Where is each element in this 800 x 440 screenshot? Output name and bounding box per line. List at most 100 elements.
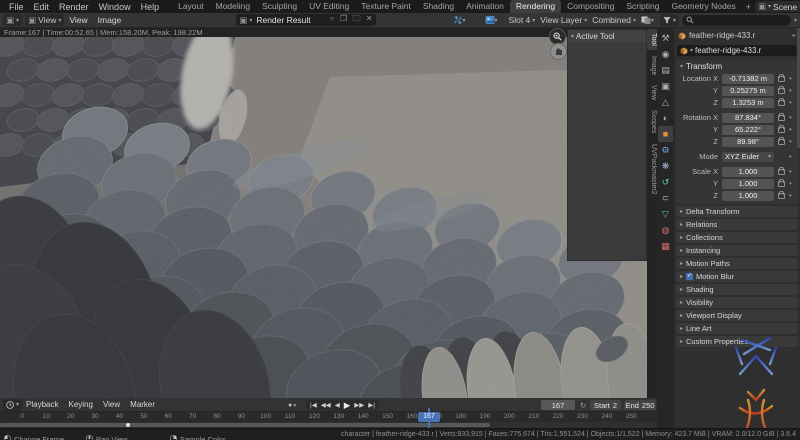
panel-shading[interactable]: ▸Shading — [676, 284, 798, 295]
properties-tab-particles[interactable]: ❋ — [658, 158, 673, 174]
panel-motion-blur[interactable]: ▸✓Motion Blur — [676, 271, 798, 282]
properties-tab-view-layer[interactable]: ▣ — [658, 78, 673, 94]
timeline-menu-playback[interactable]: Playback — [22, 400, 62, 409]
layer-dropdown[interactable]: View Layer ▾ — [540, 15, 587, 25]
workspace-tab-shading[interactable]: Shading — [417, 0, 460, 13]
next-keyframe-button[interactable]: ▶▶ — [354, 401, 364, 409]
value-field[interactable]: 0.25275 m — [722, 86, 774, 96]
properties-tab-material[interactable]: ◍ — [658, 222, 673, 238]
animate-dot[interactable]: • — [789, 77, 792, 81]
pan-hand-cursor[interactable] — [550, 43, 567, 60]
motion-blur-checkbox[interactable]: ✓ — [686, 273, 693, 280]
timeline-menu-view[interactable]: View — [99, 400, 124, 409]
menu-edit[interactable]: Edit — [29, 2, 55, 12]
menu-window[interactable]: Window — [94, 2, 136, 12]
workspace-tab-texture-paint[interactable]: Texture Paint — [355, 0, 417, 13]
properties-tab-scene[interactable]: △ — [658, 94, 673, 110]
image-editor-viewport[interactable]: Frame:167 | Time:00:52.65 | Mem:158.20M,… — [0, 28, 657, 398]
properties-tab-texture[interactable]: ▦ — [658, 238, 673, 254]
panel-collections[interactable]: ▸Collections — [676, 232, 798, 243]
workspace-tab-compositing[interactable]: Compositing — [561, 0, 620, 13]
panel-instancing[interactable]: ▸Instancing — [676, 245, 798, 256]
value-field[interactable]: 1.000 — [722, 167, 774, 177]
properties-tab-render[interactable]: ◉ — [658, 46, 673, 62]
properties-tab-object[interactable]: ■ — [658, 126, 673, 142]
value-field[interactable]: 87.834° — [722, 113, 774, 123]
properties-tab-output[interactable]: ▤ — [658, 62, 673, 78]
panel-relations[interactable]: ▸Relations — [676, 219, 798, 230]
animate-dot[interactable]: • — [789, 155, 792, 159]
mode-dropdown[interactable]: ▣ View ▾ — [25, 14, 64, 26]
lock-icon[interactable] — [778, 139, 785, 145]
properties-tab-modifiers[interactable]: ⚙ — [658, 142, 673, 158]
lock-icon[interactable] — [778, 193, 785, 199]
display-channels-dropdown[interactable]: ▾ — [485, 15, 498, 25]
menu-help[interactable]: Help — [136, 2, 165, 12]
image-datablock-selector[interactable]: ▣ ▾ Render Result ○ ❐ 🗀 ✕ — [236, 14, 375, 26]
editor-type-button[interactable]: ▾ — [3, 399, 22, 411]
lock-icon[interactable] — [778, 76, 785, 82]
pass-dropdown[interactable]: Combined ▾ — [592, 15, 636, 25]
workspace-tab-layout[interactable]: Layout — [172, 0, 210, 13]
lock-icon[interactable] — [778, 181, 785, 187]
open-image-icon[interactable]: 🗀 — [352, 14, 360, 23]
lock-icon[interactable] — [778, 88, 785, 94]
playhead-badge[interactable]: 167 — [418, 412, 440, 422]
sidebar-tab-uvpackmaster2[interactable]: UVPackmaster2 — [647, 140, 657, 199]
menu-render[interactable]: Render — [54, 2, 94, 12]
timeline-menu-marker[interactable]: Marker — [126, 400, 159, 409]
animate-dot[interactable]: • — [789, 194, 792, 198]
properties-tab-world[interactable]: ◐ — [658, 110, 673, 126]
current-frame-field[interactable]: 167 — [541, 400, 575, 410]
add-workspace-button[interactable]: + — [742, 2, 755, 12]
panel-delta-transform[interactable]: ▸Delta Transform — [676, 206, 798, 217]
auto-keying-toggle[interactable]: ● ▾ — [288, 400, 296, 410]
channels-toggle[interactable]: ▾ — [641, 15, 654, 25]
slot-dropdown[interactable]: Slot 4 ▾ — [509, 15, 536, 25]
jump-start-button[interactable]: |◀ — [310, 401, 317, 409]
lock-icon[interactable] — [778, 100, 785, 106]
animate-dot[interactable]: • — [789, 140, 792, 144]
sidebar-tab-image[interactable]: Image — [647, 52, 657, 79]
menu-file[interactable]: File — [4, 2, 29, 12]
properties-tab-data[interactable]: ▽ — [658, 206, 673, 222]
animate-dot[interactable]: • — [789, 116, 792, 120]
gizmos-dropdown[interactable]: ▾ — [453, 15, 466, 25]
animate-dot[interactable]: • — [789, 182, 792, 186]
value-field[interactable]: -0.71382 m — [722, 74, 774, 84]
unlink-icon[interactable]: ✕ — [366, 14, 373, 23]
panel-viewport-display[interactable]: ▸Viewport Display — [676, 310, 798, 321]
play-button[interactable]: ▶ — [344, 400, 351, 411]
value-field[interactable]: 1.3253 m — [722, 98, 774, 108]
workspace-tab-rendering[interactable]: Rendering — [510, 0, 561, 13]
timeline-editor[interactable]: ▾ PlaybackKeyingViewMarker ● ▾ |◀ ◀◀ ◀ ▶… — [0, 398, 657, 428]
sidebar-tab-view[interactable]: View — [647, 81, 657, 104]
workspace-tab-scripting[interactable]: Scripting — [620, 0, 665, 13]
lock-icon[interactable] — [778, 115, 785, 121]
workspace-tab-animation[interactable]: Animation — [460, 0, 510, 13]
sidebar-tab-tool[interactable]: Tool — [647, 29, 657, 50]
properties-filter-button[interactable]: ▾ — [660, 14, 679, 26]
keyframe-dot[interactable] — [126, 423, 130, 427]
animate-dot[interactable]: • — [789, 101, 792, 105]
new-image-icon[interactable]: ❐ — [340, 14, 347, 23]
animate-dot[interactable]: • — [789, 170, 792, 174]
value-field[interactable]: 65.222° — [722, 125, 774, 135]
properties-tab-tool[interactable]: ⚒ — [658, 30, 673, 46]
timeline-scrollbar[interactable] — [0, 423, 490, 427]
image-editor-menu-view[interactable]: View — [64, 15, 92, 25]
mode-dropdown[interactable]: XYZ Euler▾ — [722, 152, 774, 162]
prev-frame-button[interactable]: ◀ — [335, 401, 340, 409]
workspace-tab-geometry-nodes[interactable]: Geometry Nodes — [665, 0, 741, 13]
active-tool-panel-header[interactable]: ▾ Active Tool — [568, 30, 646, 42]
object-name-field[interactable]: ▾ feather-ridge-433.r — [677, 45, 797, 56]
panel-motion-paths[interactable]: ▸Motion Paths — [676, 258, 798, 269]
properties-tab-physics[interactable]: ↺ — [658, 174, 673, 190]
value-field[interactable]: 89.98° — [722, 137, 774, 147]
jump-end-button[interactable]: ▶| — [368, 401, 375, 409]
options-dropdown[interactable]: ▾ — [794, 17, 797, 24]
frame-start-field[interactable]: Start 2 — [590, 400, 621, 410]
workspace-tab-uv-editing[interactable]: UV Editing — [303, 0, 355, 13]
timeline-ruler[interactable]: 167 010203040506070809010011012013014015… — [0, 412, 657, 422]
animate-dot[interactable]: • — [789, 89, 792, 93]
